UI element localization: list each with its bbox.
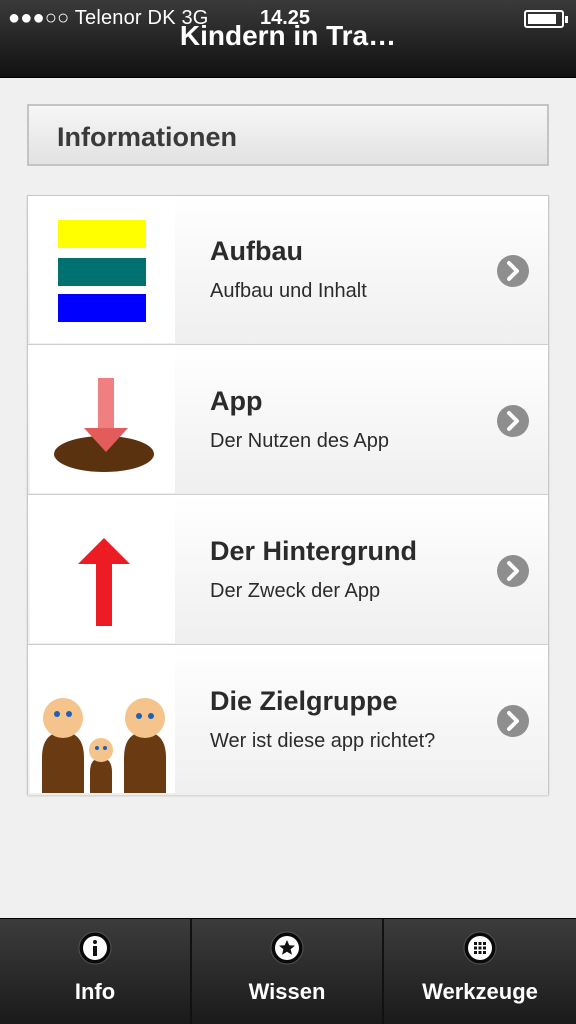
list-item-title: Die Zielgruppe	[210, 686, 398, 716]
list-item-subtitle: Der Zweck der App	[210, 580, 381, 602]
tab-wissen[interactable]: Wissen	[192, 919, 384, 1024]
chevron-right-icon	[497, 255, 529, 287]
tab-label: Info	[74, 979, 116, 1004]
list-item-title: Der Hintergrund	[210, 536, 418, 566]
list-item-app[interactable]: App Der Nutzen des App	[28, 346, 548, 495]
list-item-aufbau[interactable]: Aufbau Aufbau und Inhalt	[28, 196, 548, 345]
list-item-subtitle: Wer ist diese app richtet?	[210, 730, 436, 752]
section-header: Informationen	[27, 104, 549, 166]
info-icon	[78, 931, 112, 965]
star-icon	[270, 931, 304, 965]
list-item-title: Aufbau	[210, 236, 303, 266]
tab-werkzeuge[interactable]: Werkzeuge	[384, 919, 576, 1024]
list-item-hintergrund[interactable]: Der Hintergrund Der Zweck der App	[28, 496, 548, 645]
tab-bar: Info Wissen Werkzeuge	[0, 918, 576, 1024]
page-title: Kindern in Tra…	[179, 20, 397, 51]
list-item-subtitle: Der Nutzen des App	[210, 430, 389, 452]
list-item-title: App	[210, 386, 263, 416]
section-title: Informationen	[57, 122, 237, 152]
chevron-right-icon	[497, 405, 529, 437]
tab-info[interactable]: Info	[0, 919, 192, 1024]
list-item-zielgruppe[interactable]: Die Zielgruppe Wer ist diese app richtet…	[28, 646, 548, 795]
tab-label: Werkzeuge	[422, 979, 538, 1004]
layers-icon	[30, 198, 175, 343]
list-item-subtitle: Aufbau und Inhalt	[210, 280, 367, 302]
chevron-right-icon	[497, 705, 529, 737]
family-icon	[30, 648, 175, 793]
grid-icon	[463, 931, 497, 965]
up-arrow-icon	[30, 498, 175, 643]
navigation-bar: ●●●○○ Telenor DK 3G 14.25 Kindern in Tra…	[0, 0, 576, 78]
tab-label: Wissen	[248, 979, 326, 1004]
chevron-right-icon	[497, 555, 529, 587]
info-list: Aufbau Aufbau und Inhalt App Der Nutzen …	[27, 195, 549, 795]
download-arrow-icon	[30, 348, 175, 493]
